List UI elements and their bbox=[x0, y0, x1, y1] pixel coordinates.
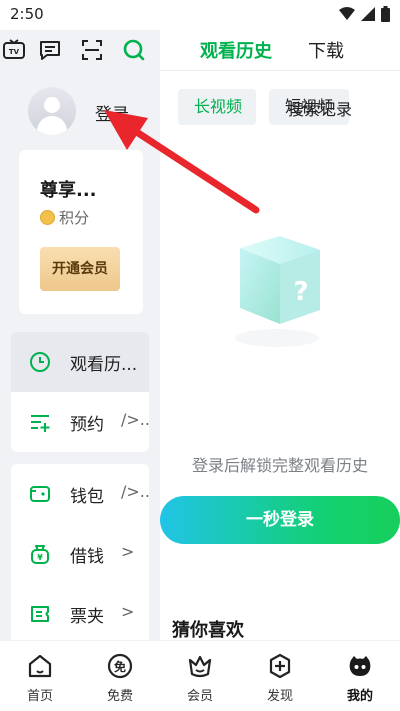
menu-item-wallet[interactable]: 钱包 />... bbox=[11, 464, 149, 524]
ticket-icon bbox=[31, 606, 49, 622]
svg-text:?: ? bbox=[293, 277, 308, 307]
menu-label: 借钱 bbox=[70, 547, 104, 567]
status-time: 2:50 bbox=[10, 5, 44, 23]
nav-tab-my[interactable]: 我的 bbox=[320, 641, 400, 711]
vip-points: 积分 bbox=[40, 207, 89, 228]
chevron-right-icon: />... bbox=[121, 410, 149, 429]
tab-watch-history[interactable]: 观看历史 bbox=[200, 37, 272, 63]
tv-icon[interactable]: TV bbox=[2, 38, 26, 62]
my-profile-icon bbox=[349, 656, 371, 676]
clock-icon bbox=[30, 352, 50, 372]
wallet-icon bbox=[30, 486, 50, 502]
wifi-icon bbox=[339, 7, 355, 20]
vip-crown-icon bbox=[188, 655, 212, 678]
status-bar: 2:50 bbox=[0, 0, 400, 30]
nav-tab-vip[interactable]: 会员 bbox=[160, 641, 240, 711]
nav-label: 会员 bbox=[186, 689, 213, 704]
chevron-right-icon: > bbox=[121, 542, 135, 561]
menu-label: 预约 bbox=[70, 415, 104, 435]
nav-label: 首页 bbox=[26, 689, 53, 704]
menu-item-reserve[interactable]: 预约 />... bbox=[11, 392, 149, 452]
menu-item-ticket[interactable]: 票夹 > bbox=[11, 584, 149, 640]
nav-label: 免费 bbox=[106, 689, 133, 704]
signal-icon bbox=[361, 7, 375, 21]
menu-item-borrow[interactable]: ¥ 借钱 > bbox=[11, 524, 149, 584]
menu-label: 票夹 bbox=[70, 607, 104, 627]
history-panel: 观看历史 下载 长视频 短视频 搜索记录 ? 登录后解锁完整观看历史 一秒登录 … bbox=[160, 30, 400, 641]
filter-chip-long-video[interactable]: 长视频 bbox=[178, 89, 256, 125]
avatar[interactable] bbox=[28, 87, 76, 135]
nav-label: 发现 bbox=[266, 689, 293, 704]
menu-item-watch-history[interactable]: 观看历... bbox=[11, 332, 149, 392]
svg-text:免: 免 bbox=[114, 659, 126, 674]
menu-label: 钱包 bbox=[70, 487, 104, 507]
recommend-section-title: 猜你喜欢 bbox=[172, 620, 244, 641]
scan-icon[interactable] bbox=[80, 38, 104, 62]
svg-text:TV: TV bbox=[9, 48, 20, 56]
tabs-divider bbox=[160, 70, 400, 71]
empty-state-text: 登录后解锁完整观看历史 bbox=[191, 456, 368, 475]
coin-icon bbox=[40, 210, 55, 225]
drawer-top-bar: TV bbox=[0, 30, 160, 70]
svg-text:¥: ¥ bbox=[37, 553, 43, 562]
open-vip-button[interactable]: 开通会员 bbox=[40, 247, 120, 291]
status-icons bbox=[339, 6, 390, 22]
drawer-menu-secondary: 钱包 />... ¥ 借钱 > 票夹 > bbox=[11, 464, 149, 640]
reserve-icon bbox=[31, 415, 50, 432]
discover-icon bbox=[269, 653, 291, 679]
vip-title: 尊享... bbox=[40, 180, 97, 201]
money-bag-icon: ¥ bbox=[31, 545, 49, 564]
empty-box-illustration: ? bbox=[235, 236, 320, 347]
message-icon[interactable] bbox=[38, 38, 62, 62]
free-icon: 免 bbox=[107, 653, 133, 679]
vip-card: 尊享... 积分 开通会员 bbox=[19, 150, 143, 314]
nav-tab-home[interactable]: 首页 bbox=[0, 641, 80, 711]
chevron-right-icon: />... bbox=[121, 482, 149, 501]
nav-tab-discover[interactable]: 发现 bbox=[240, 641, 320, 711]
nav-tab-free[interactable]: 免 免费 bbox=[80, 641, 160, 711]
quick-login-button[interactable]: 一秒登录 bbox=[160, 496, 400, 544]
search-history-link[interactable]: 搜索记录 bbox=[288, 96, 352, 120]
profile-section[interactable]: 登录 bbox=[0, 82, 160, 142]
points-label: 积分 bbox=[59, 209, 90, 227]
bottom-nav: 首页 免 免费 会员 发现 我的 bbox=[0, 640, 400, 711]
menu-label: 观看历... bbox=[70, 355, 138, 375]
battery-icon bbox=[381, 6, 390, 22]
drawer-menu-primary: 观看历... 预约 />... bbox=[11, 332, 149, 452]
search-icon[interactable] bbox=[122, 38, 146, 62]
tab-download[interactable]: 下载 bbox=[308, 37, 344, 63]
home-icon bbox=[28, 654, 52, 678]
login-link[interactable]: 登录 bbox=[95, 100, 129, 125]
side-drawer: TV 登录 尊享... 积分 开通会员 观看历... 预约 />... bbox=[0, 30, 160, 640]
chevron-right-icon: > bbox=[121, 602, 135, 621]
nav-label: 我的 bbox=[346, 689, 373, 704]
